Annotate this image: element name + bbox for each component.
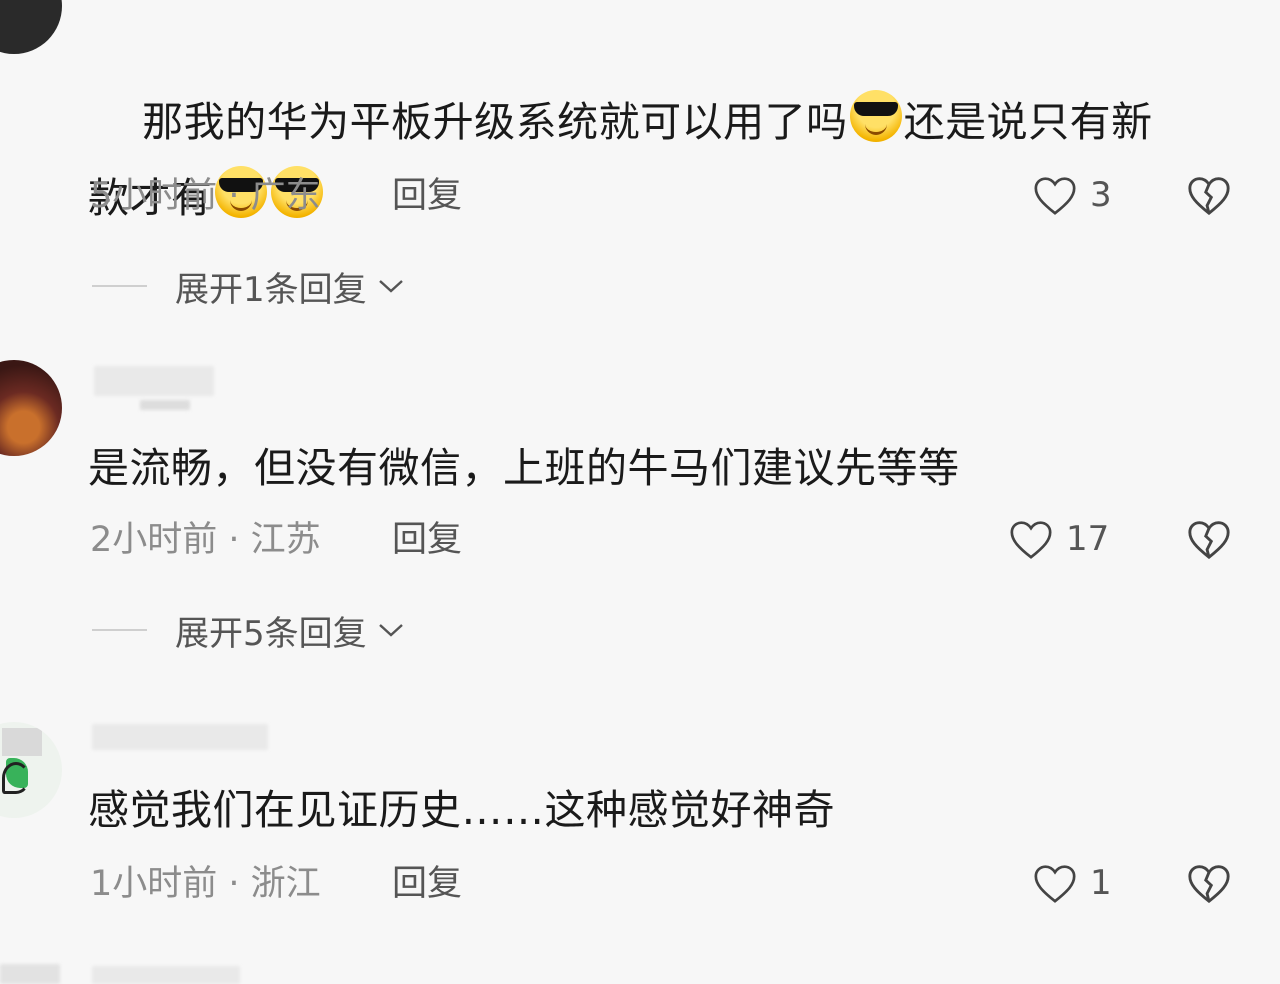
time-location: 2小时前 · 江苏 xyxy=(90,520,321,560)
time-location: 5小时前 · 广东 xyxy=(90,176,321,216)
like-button[interactable]: 17 xyxy=(1008,514,1109,564)
expand-label: 展开1条回复 xyxy=(175,269,367,310)
dislike-button[interactable] xyxy=(1186,516,1232,562)
like-button[interactable]: 1 xyxy=(1032,858,1112,908)
avatar[interactable] xyxy=(0,0,62,54)
comment-meta: 2小时前 · 江苏 回复 xyxy=(90,520,462,560)
comment-text: 感觉我们在见证历史……这种感觉好神奇 xyxy=(88,786,835,834)
comment-text-part: 那我的华为平板升级系统就可以用了吗 xyxy=(142,98,848,146)
divider-line xyxy=(92,629,147,631)
heart-outline-icon xyxy=(1010,521,1052,559)
broken-heart-icon xyxy=(1188,177,1230,216)
reply-button[interactable]: 回复 xyxy=(392,520,462,560)
comment-meta: 5小时前 · 广东 回复 xyxy=(90,176,462,216)
comment-item: 是流畅，但没有微信，上班的牛马们建议先等等 2小时前 · 江苏 回复 17 展开… xyxy=(0,342,1280,682)
comment-text: 是流畅，但没有微信，上班的牛马们建议先等等 xyxy=(88,444,960,492)
chevron-down-icon xyxy=(378,280,403,293)
cool-face-emoji-icon xyxy=(849,90,902,142)
chevron-down-icon xyxy=(378,624,403,637)
expand-replies-button[interactable]: 展开5条回复 xyxy=(92,610,405,654)
username-blurred[interactable] xyxy=(92,724,268,750)
dislike-button[interactable] xyxy=(1186,860,1232,906)
like-count: 17 xyxy=(1066,519,1110,559)
comment-item: 感觉我们在见证历史……这种感觉好神奇 1小时前 · 浙江 回复 1 xyxy=(0,712,1280,952)
expand-label: 展开5条回复 xyxy=(175,613,367,654)
avatar-shape xyxy=(2,728,42,756)
comment-item: 那我的华为平板升级系统就可以用了吗 还是说只有新 款才有 5小时前 · 广东 回复 … xyxy=(0,0,1280,340)
avatar-shape xyxy=(2,762,30,794)
avatar[interactable] xyxy=(0,722,62,818)
dislike-button[interactable] xyxy=(1186,172,1232,218)
time-location: 1小时前 · 浙江 xyxy=(90,864,321,904)
heart-outline-icon xyxy=(1034,865,1076,903)
divider-line xyxy=(92,285,147,287)
username-blurred[interactable] xyxy=(92,966,240,984)
reply-button[interactable]: 回复 xyxy=(392,864,462,904)
comment-text-part: 还是说只有新 xyxy=(903,98,1153,146)
reply-button[interactable]: 回复 xyxy=(392,176,462,216)
broken-heart-icon xyxy=(1188,521,1230,560)
heart-outline-icon xyxy=(1034,177,1076,215)
avatar[interactable] xyxy=(0,360,62,456)
username-blurred[interactable] xyxy=(94,366,214,396)
like-button[interactable]: 3 xyxy=(1032,170,1112,220)
username-blurred xyxy=(140,400,190,410)
avatar[interactable] xyxy=(0,964,60,984)
comment-meta: 1小时前 · 浙江 回复 xyxy=(90,864,462,904)
like-count: 3 xyxy=(1090,175,1112,215)
broken-heart-icon xyxy=(1188,865,1230,904)
expand-replies-button[interactable]: 展开1条回复 xyxy=(92,266,405,310)
like-count: 1 xyxy=(1090,863,1112,903)
